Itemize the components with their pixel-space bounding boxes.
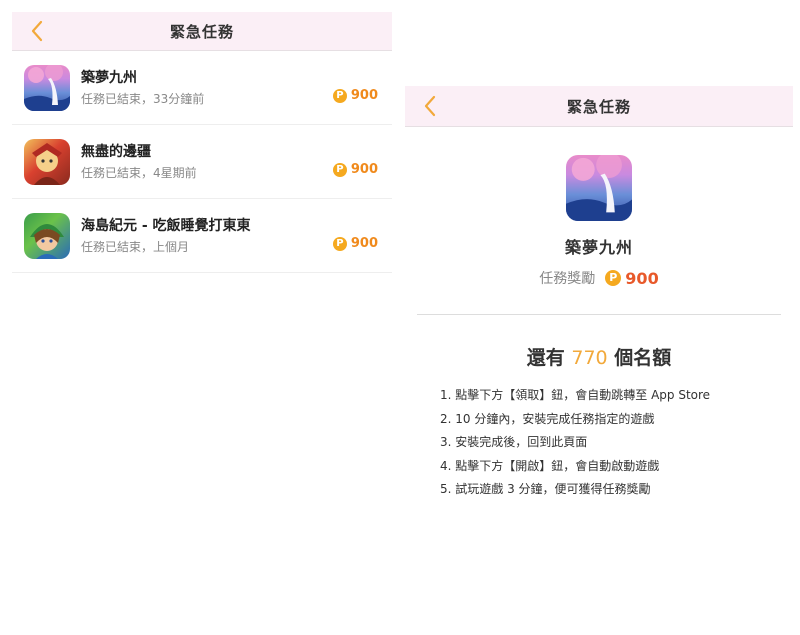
page-title: 緊急任務	[566, 97, 631, 116]
instruction-step: 1. 點擊下方【領取】鈕，會自動跳轉至 App Store	[440, 388, 711, 402]
reward-label: 任務獎勵	[539, 271, 596, 287]
back-button[interactable]	[423, 86, 453, 126]
point-coin-icon: P	[332, 236, 347, 251]
task-reward: 任務獎勵 P 900	[405, 268, 793, 288]
game-icon-island-era	[24, 212, 70, 259]
instruction-steps: 1. 點擊下方【領取】鈕，會自動跳轉至 App Store 2. 10 分鐘內，…	[440, 384, 793, 502]
task-name: 無盡的邊疆	[81, 143, 151, 160]
chevron-left-icon	[31, 20, 43, 42]
task-list-item[interactable]: 築夢九州 任務已結束，33分鐘前 P 900	[12, 51, 392, 125]
instruction-step: 3. 安裝完成後，回到此頁面	[440, 435, 588, 449]
point-coin-icon: P	[605, 270, 622, 286]
nav-bar: 緊急任務	[405, 86, 793, 127]
game-icon-endless-frontier	[24, 138, 70, 185]
divider	[417, 314, 781, 315]
page-title: 緊急任務	[169, 22, 234, 41]
reward-points: P 900	[332, 88, 378, 103]
instruction-step: 2. 10 分鐘內，安裝完成任務指定的遊戲	[440, 411, 655, 426]
task-status: 任務已結束，4星期前	[81, 165, 197, 180]
task-detail-screen: 緊急任務 築夢九州 任務獎勵 P 900 還有 770 個名額 1. 點擊下方【…	[405, 86, 793, 626]
task-list-screen: 緊急任務 築夢九州 任務已結束，33分鐘前 P 900 無盡的邊疆 任務已結束，…	[12, 12, 392, 292]
slots-prefix: 還有	[526, 347, 565, 369]
remaining-slots: 還有 770 個名額	[405, 343, 793, 370]
back-button[interactable]	[30, 12, 60, 50]
game-icon-dream-nine-states[interactable]	[566, 155, 632, 221]
reward-value: 900	[625, 268, 659, 288]
point-coin-icon: P	[332, 88, 347, 103]
task-list-item[interactable]: 海島紀元 - 吃飯睡覺打東東 任務已結束，上個月 P 900	[12, 199, 392, 273]
task-status: 任務已結束，33分鐘前	[81, 91, 205, 106]
task-name: 築夢九州	[81, 69, 137, 86]
nav-bar: 緊急任務	[12, 12, 392, 51]
reward-value: 900	[350, 88, 378, 103]
task-status: 任務已結束，上個月	[81, 239, 190, 254]
reward-points: P 900	[332, 162, 378, 177]
instruction-step: 5. 試玩遊戲 3 分鐘，便可獲得任務獎勵	[440, 482, 651, 496]
instruction-step: 4. 點擊下方【開啟】鈕，會自動啟動遊戲	[440, 458, 660, 473]
slots-count: 770	[571, 347, 608, 369]
task-list-item[interactable]: 無盡的邊疆 任務已結束，4星期前 P 900	[12, 125, 392, 199]
reward-value: 900	[350, 236, 378, 251]
slots-suffix: 個名額	[614, 347, 672, 369]
game-icon-dream-nine-states	[24, 64, 70, 111]
point-coin-icon: P	[332, 162, 347, 177]
chevron-left-icon	[424, 95, 436, 117]
game-title: 築夢九州	[564, 238, 633, 257]
task-name: 海島紀元 - 吃飯睡覺打東東	[81, 217, 251, 234]
reward-value: 900	[350, 162, 378, 177]
reward-points: P 900	[332, 236, 378, 251]
